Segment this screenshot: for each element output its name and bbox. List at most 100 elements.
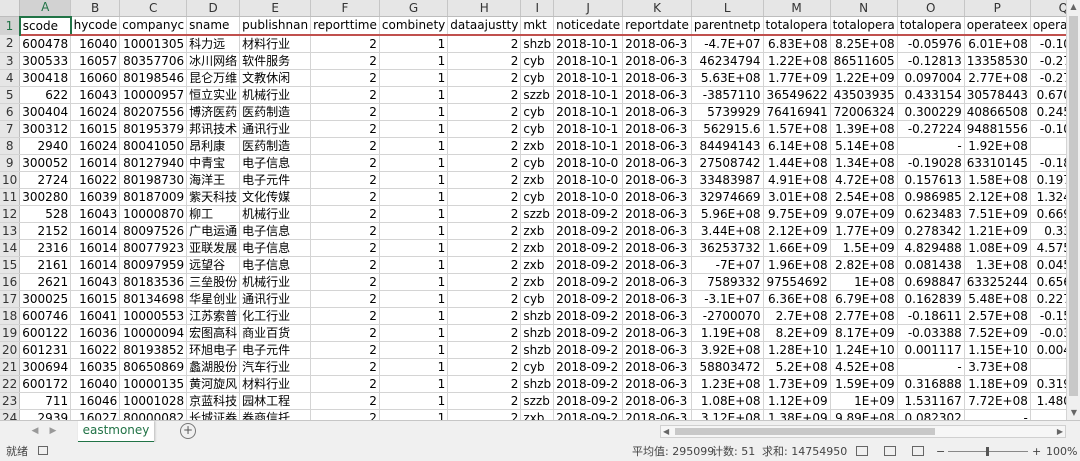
cell[interactable]: 2018-06-3 bbox=[622, 34, 692, 53]
cell[interactable]: 2.12E+09 bbox=[763, 222, 831, 240]
cell[interactable]: 0.670077 bbox=[1030, 86, 1066, 104]
cell[interactable]: 40866508 bbox=[964, 103, 1031, 121]
cell[interactable]: 邦讯技术 bbox=[186, 120, 241, 138]
cell[interactable]: 4.91E+08 bbox=[763, 171, 831, 189]
cell[interactable]: 27508742 bbox=[691, 154, 764, 172]
cell[interactable]: 2 bbox=[310, 171, 380, 189]
cell[interactable]: 1 bbox=[379, 409, 449, 420]
row-header[interactable]: 11 bbox=[0, 188, 21, 206]
header-cell[interactable]: noticedate bbox=[553, 16, 624, 36]
cell[interactable]: 1.12E+09 bbox=[763, 392, 831, 410]
cell[interactable]: -0.15709 bbox=[1030, 307, 1066, 325]
cell[interactable]: 汽车行业 bbox=[239, 358, 312, 376]
cell[interactable]: -7E+07 bbox=[691, 256, 764, 274]
cell[interactable]: cyb bbox=[520, 69, 555, 87]
cell[interactable]: 长城证券 bbox=[186, 409, 241, 420]
header-cell[interactable]: reporttime bbox=[310, 16, 380, 36]
cell[interactable]: 80198730 bbox=[119, 171, 188, 189]
cell[interactable]: 16041 bbox=[70, 307, 121, 325]
cell[interactable]: 300418 bbox=[19, 69, 72, 87]
cell[interactable]: 科力远 bbox=[186, 34, 241, 53]
cell[interactable]: 1.92E+08 bbox=[964, 137, 1031, 155]
cell[interactable]: 300280 bbox=[19, 188, 72, 206]
cell[interactable]: 2 bbox=[310, 392, 380, 410]
cell[interactable]: 0.316888 bbox=[897, 375, 965, 393]
row-header[interactable]: 9 bbox=[0, 154, 21, 172]
cell[interactable]: 16027 bbox=[70, 409, 121, 420]
cell[interactable]: 2.77E+08 bbox=[964, 69, 1031, 87]
cell[interactable]: 10000957 bbox=[119, 86, 188, 104]
cell[interactable]: 600478 bbox=[19, 34, 72, 53]
cell[interactable]: -0.27224 bbox=[897, 120, 965, 138]
cell[interactable]: 0.162839 bbox=[897, 290, 965, 308]
cell[interactable]: szzb bbox=[520, 392, 555, 410]
cell[interactable]: 2018-06-3 bbox=[622, 137, 692, 155]
cell[interactable]: cyb bbox=[520, 290, 555, 308]
cell[interactable]: 7589332 bbox=[691, 273, 764, 291]
header-cell[interactable]: mkt bbox=[520, 16, 555, 36]
cell[interactable]: 2939 bbox=[19, 409, 72, 420]
row-header[interactable]: 13 bbox=[0, 222, 21, 240]
cell[interactable]: 2 bbox=[310, 324, 380, 342]
cell[interactable]: 10000870 bbox=[119, 205, 188, 223]
cell[interactable]: -0.18439 bbox=[1030, 154, 1066, 172]
header-cell[interactable]: companyc bbox=[119, 16, 188, 36]
cell[interactable]: zxb bbox=[520, 171, 555, 189]
cell[interactable]: 6.01E+08 bbox=[964, 34, 1031, 53]
cell[interactable]: 2 bbox=[310, 188, 380, 206]
cell[interactable]: 2152 bbox=[19, 222, 72, 240]
cell[interactable]: 宏图高科 bbox=[186, 324, 241, 342]
cell[interactable]: zxb bbox=[520, 222, 555, 240]
cell[interactable]: 2018-06-3 bbox=[622, 154, 692, 172]
cell[interactable]: 36549622 bbox=[763, 86, 831, 104]
cell[interactable]: 2 bbox=[447, 86, 522, 104]
cell[interactable]: 80357706 bbox=[119, 52, 188, 70]
row-header[interactable]: 8 bbox=[0, 137, 21, 155]
cell[interactable]: 2018-09-2 bbox=[553, 205, 624, 223]
cell[interactable]: 京蓝科技 bbox=[186, 392, 241, 410]
cell[interactable]: 300404 bbox=[19, 103, 72, 121]
cell[interactable]: cyb bbox=[520, 120, 555, 138]
cell[interactable]: 3.44E+08 bbox=[691, 222, 764, 240]
cell[interactable]: 2018-06-3 bbox=[622, 256, 692, 274]
cell[interactable]: 300533 bbox=[19, 52, 72, 70]
cell[interactable]: 2 bbox=[310, 239, 380, 257]
cell[interactable]: 3.92E+08 bbox=[691, 341, 764, 359]
cell[interactable]: 通讯行业 bbox=[239, 290, 312, 308]
row-header[interactable]: 22 bbox=[0, 375, 21, 393]
cell[interactable]: 2018-06-3 bbox=[622, 239, 692, 257]
cell[interactable]: 63325244 bbox=[964, 273, 1031, 291]
header-cell[interactable]: operateex bbox=[964, 16, 1031, 36]
cell[interactable]: 600746 bbox=[19, 307, 72, 325]
cell[interactable]: 医药制造 bbox=[239, 103, 312, 121]
row-header[interactable]: 1 bbox=[0, 16, 21, 35]
cell[interactable]: 1.58E+08 bbox=[964, 171, 1031, 189]
cell[interactable]: 2.82E+08 bbox=[830, 256, 898, 274]
cell[interactable]: 16022 bbox=[70, 171, 121, 189]
cell[interactable]: 1 bbox=[379, 103, 449, 121]
cell[interactable]: -0.10222 bbox=[1030, 120, 1066, 138]
cell[interactable]: 1.324708 bbox=[1030, 188, 1066, 206]
cell[interactable]: 16043 bbox=[70, 273, 121, 291]
column-header-f[interactable]: F bbox=[310, 0, 380, 17]
cell[interactable]: -0.27463 bbox=[1030, 69, 1066, 87]
cell[interactable]: 化工行业 bbox=[239, 307, 312, 325]
spreadsheet-grid[interactable]: ABCDEFGHIJKLMNOPQRS1scodehycodecompanycs… bbox=[0, 0, 1066, 420]
cell[interactable]: 1E+09 bbox=[830, 392, 898, 410]
header-cell[interactable]: combinety bbox=[379, 16, 449, 36]
cell[interactable]: 16014 bbox=[70, 256, 121, 274]
cell[interactable]: 36253732 bbox=[691, 239, 764, 257]
cell[interactable]: 16060 bbox=[70, 69, 121, 87]
cell[interactable]: 2 bbox=[310, 86, 380, 104]
cell[interactable]: 16046 bbox=[70, 392, 121, 410]
vertical-scrollbar[interactable]: ▲ ▼ bbox=[1066, 0, 1080, 420]
cell[interactable]: 2 bbox=[447, 222, 522, 240]
cell[interactable]: 三垒股份 bbox=[186, 273, 241, 291]
cell[interactable]: 2 bbox=[310, 154, 380, 172]
cell[interactable]: 2 bbox=[310, 69, 380, 87]
cell[interactable]: 通讯行业 bbox=[239, 120, 312, 138]
cell[interactable]: 3.01E+08 bbox=[763, 188, 831, 206]
cell[interactable]: 16015 bbox=[70, 290, 121, 308]
cell[interactable]: 中青宝 bbox=[186, 154, 241, 172]
cell[interactable]: 园林工程 bbox=[239, 392, 312, 410]
